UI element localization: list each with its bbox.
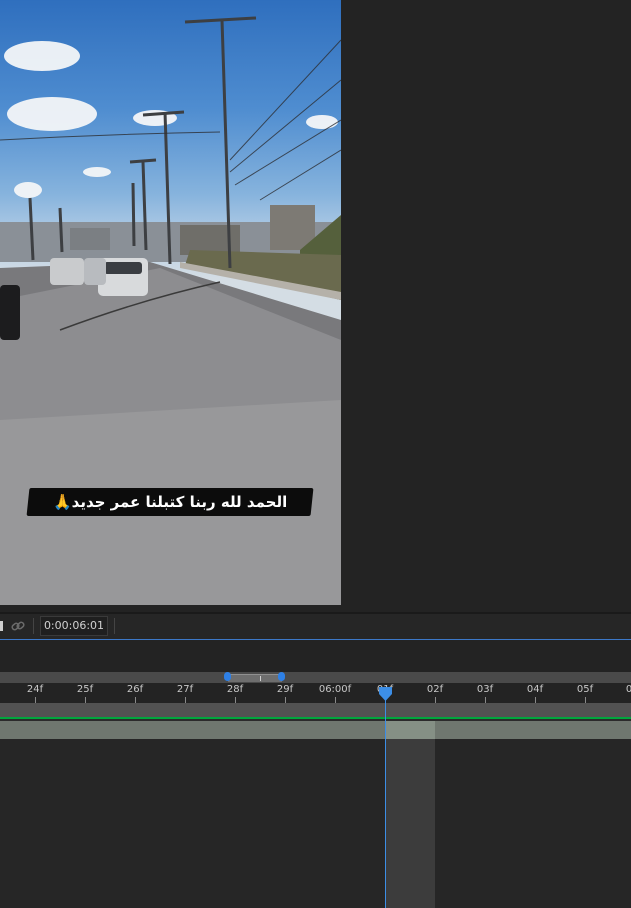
toolbar-separator: [33, 618, 34, 634]
playhead-line[interactable]: [385, 690, 386, 908]
current-frame-highlight: [385, 721, 435, 739]
time-navigator[interactable]: [0, 672, 631, 683]
current-frame-column: [385, 739, 435, 908]
timeline-tracks[interactable]: [0, 739, 631, 908]
current-time-display[interactable]: 0:00:06:01: [40, 616, 108, 636]
layer-icon[interactable]: [0, 621, 3, 631]
ruler-tick-label: 04f: [526, 684, 544, 695]
ruler-tick-label: 26f: [126, 684, 144, 695]
navigator-playhead-mark: [260, 676, 261, 681]
ruler-tick-label: 24f: [26, 684, 44, 695]
ruler-tick-label: 27f: [176, 684, 194, 695]
time-ruler[interactable]: 24f 25f 26f 27f 28f 29f 06:00f 01f 02f 0…: [0, 683, 631, 703]
playhead-icon[interactable]: [378, 686, 393, 702]
video-frame[interactable]: الحمد لله ربنا كتبلنا عمر جديد🙏: [0, 0, 341, 605]
ruler-tick-label: 03f: [476, 684, 494, 695]
work-area-bar[interactable]: [0, 703, 631, 717]
navigator-end-handle[interactable]: [278, 672, 285, 681]
ruler-tick-label: 0: [625, 684, 631, 695]
ruler-tick-label: 06:00f: [318, 684, 352, 695]
navigator-range[interactable]: [228, 674, 282, 682]
timeline-toolbar: 0:00:06:01: [0, 614, 631, 639]
composition-viewer[interactable]: الحمد لله ربنا كتبلنا عمر جديد🙏: [0, 0, 631, 612]
ruler-tick-label: 05f: [576, 684, 594, 695]
ruler-tick-label: 28f: [226, 684, 244, 695]
timeline-header-area: [0, 640, 631, 672]
caption-text: الحمد لله ربنا كتبلنا عمر جديد🙏: [52, 493, 288, 511]
ruler-tick-label: 02f: [426, 684, 444, 695]
layer-duration-bar[interactable]: [0, 721, 631, 739]
ruler-tick-label: 29f: [276, 684, 294, 695]
navigator-start-handle[interactable]: [224, 672, 231, 681]
ruler-tick-label: 25f: [76, 684, 94, 695]
link-icon[interactable]: [10, 618, 26, 634]
caption-overlay: الحمد لله ربنا كتبلنا عمر جديد🙏: [26, 488, 314, 516]
toolbar-separator: [114, 618, 115, 634]
